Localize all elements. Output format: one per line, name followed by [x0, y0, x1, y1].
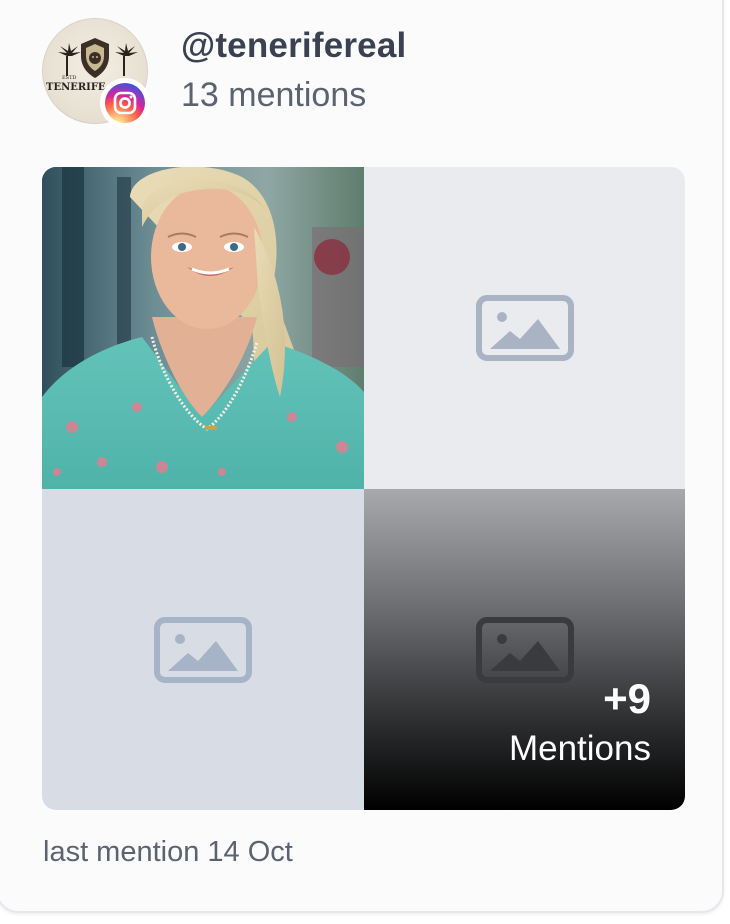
image-placeholder-icon: [476, 617, 574, 683]
media-thumbnail-placeholder[interactable]: [364, 167, 685, 489]
media-thumbnail-photo[interactable]: [42, 167, 364, 489]
account-handle[interactable]: @tenerifereal: [181, 26, 406, 66]
instagram-badge: [100, 78, 150, 128]
image-placeholder-icon: [476, 295, 574, 361]
woman-photo: [42, 167, 364, 489]
mentions-count: 13 mentions: [181, 76, 367, 114]
media-grid: +9 Mentions: [42, 167, 685, 810]
media-thumbnail-placeholder[interactable]: [42, 489, 364, 810]
instagram-icon: [113, 91, 137, 115]
last-mention-date: last mention 14 Oct: [43, 836, 293, 868]
more-mentions-tile[interactable]: +9 Mentions: [364, 489, 685, 810]
image-placeholder-icon: [154, 617, 252, 683]
avatar-brand-text: TENERIFE: [46, 82, 106, 93]
avatar-estd: ESTD: [62, 75, 76, 81]
more-mentions-count: +9: [603, 675, 651, 722]
more-mentions-label: Mentions: [508, 729, 651, 768]
